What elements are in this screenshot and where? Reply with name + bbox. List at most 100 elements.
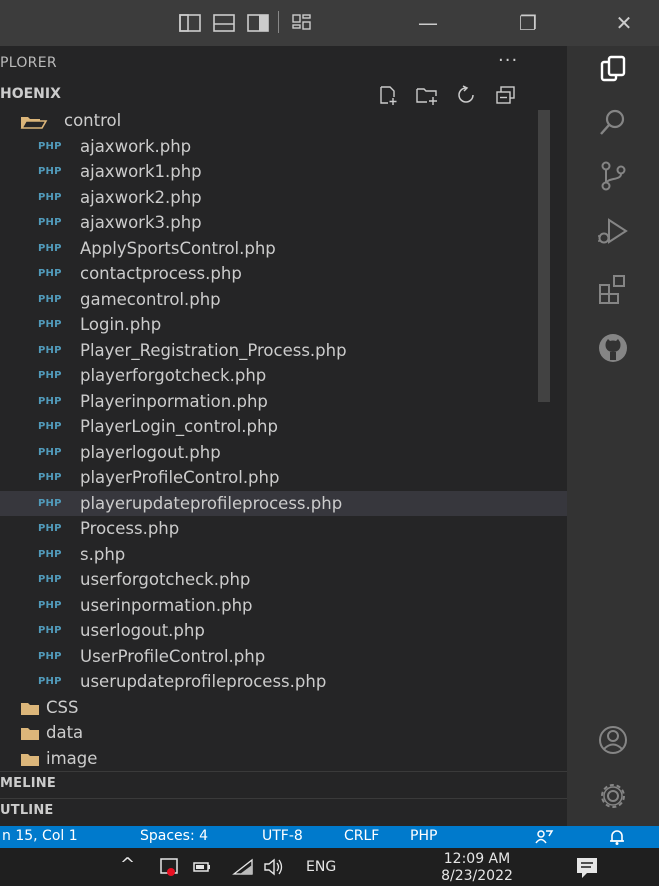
meet-now-icon[interactable] bbox=[158, 856, 182, 878]
folder-label: data bbox=[46, 723, 84, 742]
php-file-icon: PHP bbox=[38, 370, 62, 381]
php-file-icon: PHP bbox=[38, 446, 62, 458]
file-label: PlayerLogin_control.php bbox=[80, 417, 278, 436]
file-label: playerProfileControl.php bbox=[80, 468, 280, 487]
folder-icon bbox=[21, 702, 39, 715]
php-file-icon: PHP bbox=[38, 140, 62, 152]
php-file-icon: PHP bbox=[38, 625, 62, 636]
file-item[interactable]: PHP s.php bbox=[0, 542, 567, 568]
php-file-icon: PHP bbox=[38, 421, 62, 432]
file-label: userinpormation.php bbox=[80, 595, 253, 615]
layout-panel-icon[interactable] bbox=[212, 12, 236, 34]
clock-time: 12:09 AM bbox=[443, 851, 511, 867]
github-icon[interactable] bbox=[595, 330, 631, 366]
outline-label: UTLINE bbox=[0, 803, 54, 818]
php-file-icon: PHP bbox=[38, 319, 62, 330]
file-item[interactable]: PHP ApplySportsControl.php bbox=[0, 236, 567, 262]
show-hidden-icons-chevron[interactable]: ^ bbox=[120, 854, 135, 875]
file-item[interactable]: PHP userupdateprofileprocess.php bbox=[0, 669, 567, 695]
file-item[interactable]: PHP Playerinpormation.php bbox=[0, 389, 567, 415]
folder-item[interactable]: image bbox=[0, 746, 567, 772]
restore-button[interactable]: ❐ bbox=[508, 6, 548, 40]
collapse-all-icon[interactable] bbox=[494, 84, 520, 106]
php-file-icon: PHP bbox=[38, 523, 62, 534]
file-item[interactable]: PHP Player_Registration_Process.php bbox=[0, 338, 567, 364]
source-control-icon[interactable] bbox=[595, 158, 631, 194]
file-label: playerforgotcheck.php bbox=[80, 366, 267, 385]
php-file-icon: PHP bbox=[38, 242, 62, 254]
file-item[interactable]: PHP ajaxwork1.php bbox=[0, 159, 567, 185]
folder-control[interactable]: control bbox=[0, 108, 567, 134]
cursor-position[interactable]: n 15, Col 1 bbox=[2, 828, 78, 844]
live-share-icon[interactable] bbox=[534, 828, 554, 846]
language-mode[interactable]: PHP bbox=[410, 828, 437, 844]
file-item[interactable]: PHP ajaxwork2.php bbox=[0, 185, 567, 211]
file-item[interactable]: PHP playerupdateprofileprocess.php bbox=[0, 490, 567, 516]
wifi-icon[interactable] bbox=[232, 856, 256, 878]
open-folder-icon bbox=[20, 117, 48, 129]
file-label: ajaxwork2.php bbox=[80, 187, 202, 207]
explorer-title: PLORER bbox=[0, 55, 57, 71]
file-item[interactable]: PHP playerforgotcheck.php bbox=[0, 363, 567, 389]
input-language[interactable]: ENG bbox=[306, 859, 336, 875]
php-file-icon: PHP bbox=[38, 395, 62, 407]
file-item[interactable]: PHP userlogout.php bbox=[0, 618, 567, 644]
layout-secondary-sidebar-icon[interactable] bbox=[246, 12, 270, 34]
file-label: gamecontrol.php bbox=[80, 289, 221, 309]
file-item[interactable]: PHP UserProfileControl.php bbox=[0, 644, 567, 670]
settings-gear-icon[interactable] bbox=[595, 778, 631, 814]
file-label: playerlogout.php bbox=[80, 442, 221, 462]
file-label: Player_Registration_Process.php bbox=[80, 340, 347, 360]
battery-icon[interactable] bbox=[190, 856, 214, 878]
explorer-icon[interactable] bbox=[595, 52, 631, 88]
end-of-line[interactable]: CRLF bbox=[344, 828, 379, 844]
extensions-icon[interactable] bbox=[595, 272, 631, 308]
project-header[interactable]: HOENIX bbox=[0, 82, 567, 108]
explorer-sidebar: PLORER ··· HOENIX control PHP ajaxwork.p… bbox=[0, 46, 567, 826]
minimize-button[interactable]: — bbox=[408, 6, 448, 40]
folder-icon bbox=[21, 753, 39, 766]
new-file-icon[interactable] bbox=[376, 84, 402, 106]
file-label: Login.php bbox=[80, 315, 162, 334]
file-item[interactable]: PHP PlayerLogin_control.php bbox=[0, 414, 567, 440]
more-actions-icon[interactable]: ··· bbox=[498, 50, 518, 71]
file-item[interactable]: PHP gamecontrol.php bbox=[0, 287, 567, 313]
folder-item[interactable]: data bbox=[0, 720, 567, 746]
search-icon[interactable] bbox=[595, 105, 631, 141]
folder-label: CSS bbox=[46, 697, 79, 717]
accounts-icon[interactable] bbox=[595, 722, 631, 758]
encoding[interactable]: UTF-8 bbox=[262, 828, 303, 844]
file-item[interactable]: PHP playerProfileControl.php bbox=[0, 465, 567, 491]
php-file-icon: PHP bbox=[38, 676, 62, 687]
titlebar-divider bbox=[278, 11, 279, 33]
file-item[interactable]: PHP Process.php bbox=[0, 516, 567, 542]
customize-layout-icon[interactable] bbox=[290, 12, 314, 34]
system-clock[interactable]: 12:09 AM 8/23/2022 bbox=[438, 851, 516, 885]
file-item[interactable]: PHP userforgotcheck.php bbox=[0, 567, 567, 593]
file-item[interactable]: PHP ajaxwork.php bbox=[0, 134, 567, 160]
php-file-icon: PHP bbox=[38, 268, 62, 279]
file-label: ajaxwork.php bbox=[80, 136, 192, 156]
sidebar-scrollbar[interactable] bbox=[538, 110, 550, 402]
refresh-icon[interactable] bbox=[454, 84, 480, 106]
file-item[interactable]: PHP contactprocess.php bbox=[0, 261, 567, 287]
layout-primary-sidebar-icon[interactable] bbox=[178, 12, 202, 34]
status-bar: n 15, Col 1 Spaces: 4 UTF-8 CRLF PHP bbox=[0, 826, 659, 848]
file-item[interactable]: PHP playerlogout.php bbox=[0, 440, 567, 466]
close-button[interactable]: ✕ bbox=[604, 6, 644, 40]
folder-item[interactable]: CSS bbox=[0, 695, 567, 721]
notifications-bell-icon[interactable] bbox=[608, 828, 626, 846]
timeline-panel-header[interactable]: MELINE bbox=[0, 771, 567, 798]
run-debug-icon[interactable] bbox=[595, 214, 631, 250]
file-item[interactable]: PHP userinpormation.php bbox=[0, 593, 567, 619]
file-label: userforgotcheck.php bbox=[80, 570, 251, 589]
outline-panel-header[interactable]: UTLINE bbox=[0, 798, 567, 825]
new-folder-icon[interactable] bbox=[414, 84, 440, 106]
indentation[interactable]: Spaces: 4 bbox=[140, 828, 208, 844]
folder-label: image bbox=[46, 748, 98, 768]
file-item[interactable]: PHP Login.php bbox=[0, 312, 567, 338]
action-center-icon[interactable] bbox=[574, 855, 600, 881]
volume-icon[interactable] bbox=[262, 856, 286, 878]
php-file-icon: PHP bbox=[38, 166, 62, 177]
file-item[interactable]: PHP ajaxwork3.php bbox=[0, 210, 567, 236]
